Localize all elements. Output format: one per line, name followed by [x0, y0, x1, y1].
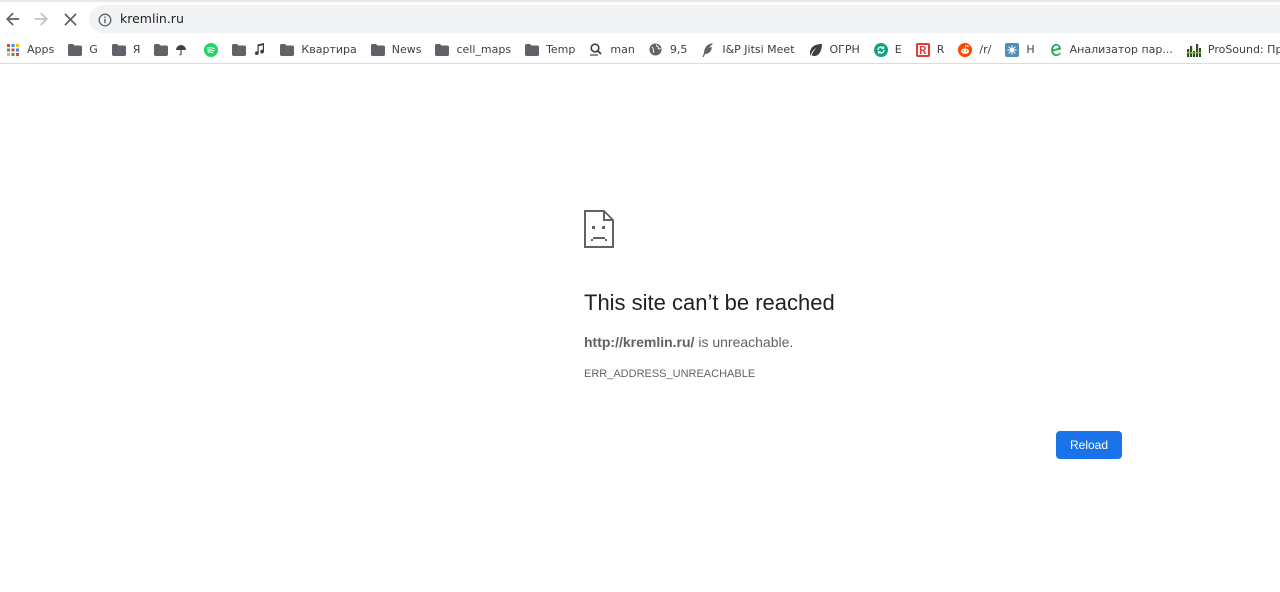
browser-toolbar: kremlin.ru: [0, 0, 1280, 36]
bookmark-folder-cell-maps[interactable]: cell_maps: [435, 39, 511, 61]
apps-grid-icon: [6, 43, 20, 57]
e-logo-icon: [1049, 43, 1063, 57]
umbrella-icon: [174, 43, 188, 57]
bookmark-label: G: [89, 43, 98, 56]
bookmark-label: Temp: [546, 43, 576, 56]
error-code: ERR_ADDRESS_UNREACHABLE: [584, 368, 756, 380]
spotify-icon: [204, 42, 219, 57]
error-description: http://kremlin.ru/ is unreachable.: [584, 334, 793, 350]
folder-icon: [154, 43, 169, 57]
bookmark-9-5[interactable]: 9,5: [649, 39, 688, 61]
error-title: This site can’t be reached: [584, 290, 835, 315]
bookmark-prosound[interactable]: ProSound: Пр: [1186, 39, 1280, 61]
bookmarks-bar: Apps G Я Квартира News cell_maps Temp ma…: [0, 36, 1280, 64]
forward-button[interactable]: [28, 6, 54, 32]
bookmark-label: Я: [132, 43, 141, 56]
bookmark-folder-unnamed[interactable]: [154, 39, 169, 61]
bookmark-jitsi-meet[interactable]: I&P Jitsi Meet: [701, 39, 795, 61]
sad-document-icon: [584, 210, 614, 252]
bookmark-folder-kvartira[interactable]: Квартира: [280, 39, 357, 61]
bookmark-folder-news[interactable]: News: [370, 39, 422, 61]
folder-icon: [232, 43, 247, 57]
music-note-icon: [252, 43, 266, 57]
stop-loading-button[interactable]: [57, 6, 83, 32]
bookmark-folder-g[interactable]: G: [68, 39, 98, 61]
reddit-icon: [958, 42, 973, 57]
equalizer-icon: [1186, 43, 1201, 57]
feather-icon: [701, 42, 715, 57]
bookmark-r[interactable]: R: [915, 39, 945, 61]
folder-icon: [111, 43, 126, 57]
hub-icon: [1005, 42, 1020, 57]
bookmark-spotify[interactable]: [204, 39, 219, 61]
folder-icon: [525, 43, 540, 57]
bookmark-folder-unnamed-2[interactable]: [232, 39, 247, 61]
bookmark-folder-ya[interactable]: Я: [111, 39, 141, 61]
bookmark-label: Квартира: [301, 43, 357, 56]
folder-icon: [280, 43, 295, 57]
folder-icon: [68, 43, 83, 57]
refresh-badge-icon: [873, 42, 888, 57]
bookmark-ogrn[interactable]: ОГРН: [809, 39, 860, 61]
bookmark-h[interactable]: H: [1005, 39, 1035, 61]
bookmark-umbrella[interactable]: [174, 39, 188, 61]
bookmark-label: News: [391, 43, 422, 56]
address-bar[interactable]: kremlin.ru: [89, 5, 1280, 33]
bookmark-label: H: [1026, 43, 1035, 56]
bookmark-reddit[interactable]: /r/: [958, 39, 991, 61]
info-icon[interactable]: [98, 12, 112, 31]
error-url: http://kremlin.ru/: [584, 334, 695, 350]
bookmark-label: I&P Jitsi Meet: [722, 43, 795, 56]
reload-button[interactable]: Reload: [1056, 431, 1122, 459]
bookmark-apps[interactable]: Apps: [6, 39, 54, 61]
bookmark-music[interactable]: [252, 39, 266, 61]
bookmark-label: 9,5: [669, 43, 688, 56]
bookmark-label: man: [610, 43, 635, 56]
error-desc-suffix: is unreachable.: [694, 334, 794, 350]
back-button[interactable]: [0, 6, 26, 32]
bookmark-label: Apps: [27, 43, 55, 56]
bookmark-label: R: [936, 43, 945, 56]
bookmark-label: cell_maps: [456, 43, 512, 56]
bookmark-analyzer[interactable]: Анализатор пар...: [1049, 39, 1173, 61]
man-page-icon: [589, 43, 603, 57]
r-logo-icon: [915, 42, 930, 57]
arrow-right-icon: [34, 12, 48, 26]
bookmark-man[interactable]: man: [589, 39, 635, 61]
bookmark-label: ОГРН: [829, 43, 860, 56]
close-icon: [63, 12, 77, 26]
address-bar-url[interactable]: kremlin.ru: [120, 11, 184, 26]
bookmark-label: E: [894, 43, 902, 56]
bookmark-label: /r/: [979, 43, 992, 56]
folder-icon: [435, 43, 450, 57]
folder-icon: [370, 43, 385, 57]
arrow-left-icon: [6, 12, 20, 26]
globe-icon: [649, 43, 663, 57]
leaf-icon: [809, 43, 823, 57]
bookmark-label: Анализатор пар...: [1069, 43, 1173, 56]
bookmark-label: ProSound: Пр: [1207, 43, 1280, 56]
bookmark-e-refresh[interactable]: E: [873, 39, 902, 61]
bookmark-folder-temp[interactable]: Temp: [525, 39, 575, 61]
